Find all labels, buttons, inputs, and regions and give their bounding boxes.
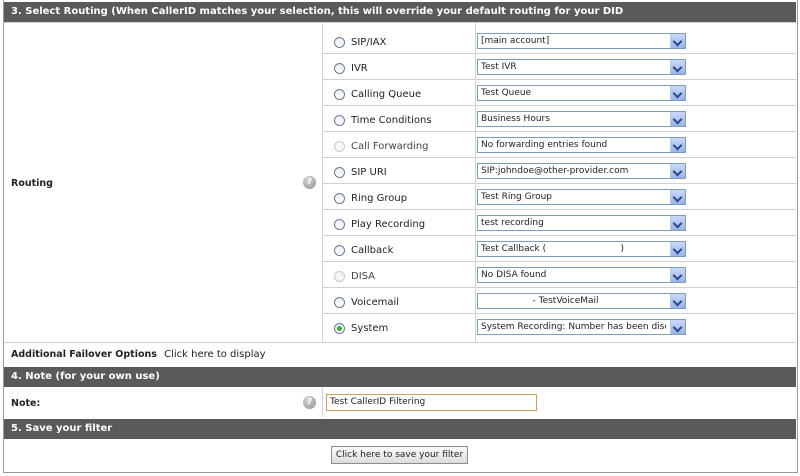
routing-option-label: Callback xyxy=(351,245,394,256)
routing-select-value: SIP:johndoe@other-provider.com xyxy=(481,166,629,176)
routing-radio[interactable] xyxy=(334,115,345,126)
routing-radio[interactable] xyxy=(334,167,345,178)
column-divider xyxy=(322,387,323,417)
row-divider xyxy=(322,183,796,184)
routing-radio[interactable] xyxy=(334,297,345,308)
section-4-header: 4. Note (for your own use) xyxy=(4,367,796,387)
routing-select[interactable]: Test Ring Group xyxy=(477,189,686,205)
routing-select-value: No forwarding entries found xyxy=(481,140,608,150)
routing-select-value: Test Callback ( ) xyxy=(481,244,625,254)
chevron-down-icon[interactable] xyxy=(670,60,685,74)
routing-option-label: Calling Queue xyxy=(351,89,422,100)
routing-select[interactable]: SIP:johndoe@other-provider.com xyxy=(477,163,686,179)
row-divider xyxy=(322,313,796,314)
chevron-down-icon[interactable] xyxy=(670,216,685,230)
routing-option-label: SIP/IAX xyxy=(351,37,387,48)
routing-radio[interactable] xyxy=(334,323,345,334)
routing-radio[interactable] xyxy=(334,89,345,100)
routing-select[interactable]: [main account] xyxy=(477,33,686,49)
row-divider xyxy=(322,157,796,158)
row-divider xyxy=(322,235,796,236)
routing-select-value: Test Ring Group xyxy=(481,192,553,202)
routing-option-label: DISA xyxy=(351,271,376,282)
routing-option-label: Time Conditions xyxy=(351,115,432,126)
help-icon[interactable]: ? xyxy=(303,396,316,409)
chevron-down-icon[interactable] xyxy=(670,86,685,100)
routing-select[interactable]: System Recording: Number has been discon… xyxy=(477,319,686,335)
save-filter-button[interactable]: Click here to save your filter xyxy=(331,446,468,464)
row-divider xyxy=(322,287,796,288)
note-input[interactable]: Test CallerID Filtering xyxy=(326,394,537,411)
routing-option-label: Play Recording xyxy=(351,219,426,230)
routing-select-value: Test IVR xyxy=(481,62,517,72)
section-3-header: 3. Select Routing (When CallerID matches… xyxy=(4,2,796,22)
routing-select-value: - TestVoiceMail xyxy=(481,296,599,306)
routing-option-label: IVR xyxy=(351,63,368,74)
routing-option-row: System System Recording: Number has been … xyxy=(331,317,687,343)
routing-radio xyxy=(334,141,345,152)
routing-select[interactable]: test recording xyxy=(477,215,686,231)
row-divider xyxy=(322,79,796,80)
chevron-down-icon[interactable] xyxy=(670,112,685,126)
routing-option-label: SIP URI xyxy=(351,167,387,178)
chevron-down-icon[interactable] xyxy=(670,164,685,178)
routing-select[interactable]: Test Callback ( ) xyxy=(477,241,686,257)
failover-row: Additional Failover Options Click here t… xyxy=(11,349,266,360)
row-divider xyxy=(322,53,796,54)
row-divider xyxy=(322,209,796,210)
routing-option-label: Ring Group xyxy=(351,193,408,204)
routing-select-value: test recording xyxy=(481,218,544,228)
routing-radio[interactable] xyxy=(334,37,345,48)
routing-select[interactable]: - TestVoiceMail xyxy=(477,293,686,309)
routing-radio[interactable] xyxy=(334,63,345,74)
note-label: Note: xyxy=(11,398,41,409)
routing-radio[interactable] xyxy=(334,245,345,256)
routing-select-value: Business Hours xyxy=(481,114,550,124)
routing-radio[interactable] xyxy=(334,219,345,230)
chevron-down-icon[interactable] xyxy=(670,294,685,308)
row-divider xyxy=(322,131,796,132)
failover-display-link[interactable]: Click here to display xyxy=(164,349,265,360)
routing-option-label: Call Forwarding xyxy=(351,141,429,152)
row-divider xyxy=(322,105,796,106)
routing-select-value: Test Queue xyxy=(481,88,532,98)
routing-select-value: No DISA found xyxy=(481,270,547,280)
routing-select-value: System Recording: Number has been discon… xyxy=(481,322,666,332)
routing-option-label: System xyxy=(351,323,389,334)
routing-option-label: Voicemail xyxy=(351,297,400,308)
routing-label: Routing xyxy=(11,178,53,189)
failover-label: Additional Failover Options xyxy=(11,349,157,360)
chevron-down-icon[interactable] xyxy=(670,242,685,256)
routing-select[interactable]: Business Hours xyxy=(477,111,686,127)
routing-select[interactable]: Test IVR xyxy=(477,59,686,75)
help-icon[interactable]: ? xyxy=(303,176,316,189)
row-divider xyxy=(322,261,796,262)
section-5-header: 5. Save your filter xyxy=(4,419,796,439)
routing-select[interactable]: Test Queue xyxy=(477,85,686,101)
chevron-down-icon[interactable] xyxy=(670,268,685,282)
column-divider xyxy=(322,22,323,342)
divider xyxy=(4,22,796,23)
chevron-down-icon[interactable] xyxy=(670,320,685,334)
routing-radio[interactable] xyxy=(334,193,345,204)
routing-select[interactable]: No forwarding entries found xyxy=(477,137,686,153)
routing-select[interactable]: No DISA found xyxy=(477,267,686,283)
chevron-down-icon[interactable] xyxy=(670,138,685,152)
routing-select-value: [main account] xyxy=(481,36,550,46)
chevron-down-icon[interactable] xyxy=(670,34,685,48)
routing-radio xyxy=(334,271,345,282)
chevron-down-icon[interactable] xyxy=(670,190,685,204)
